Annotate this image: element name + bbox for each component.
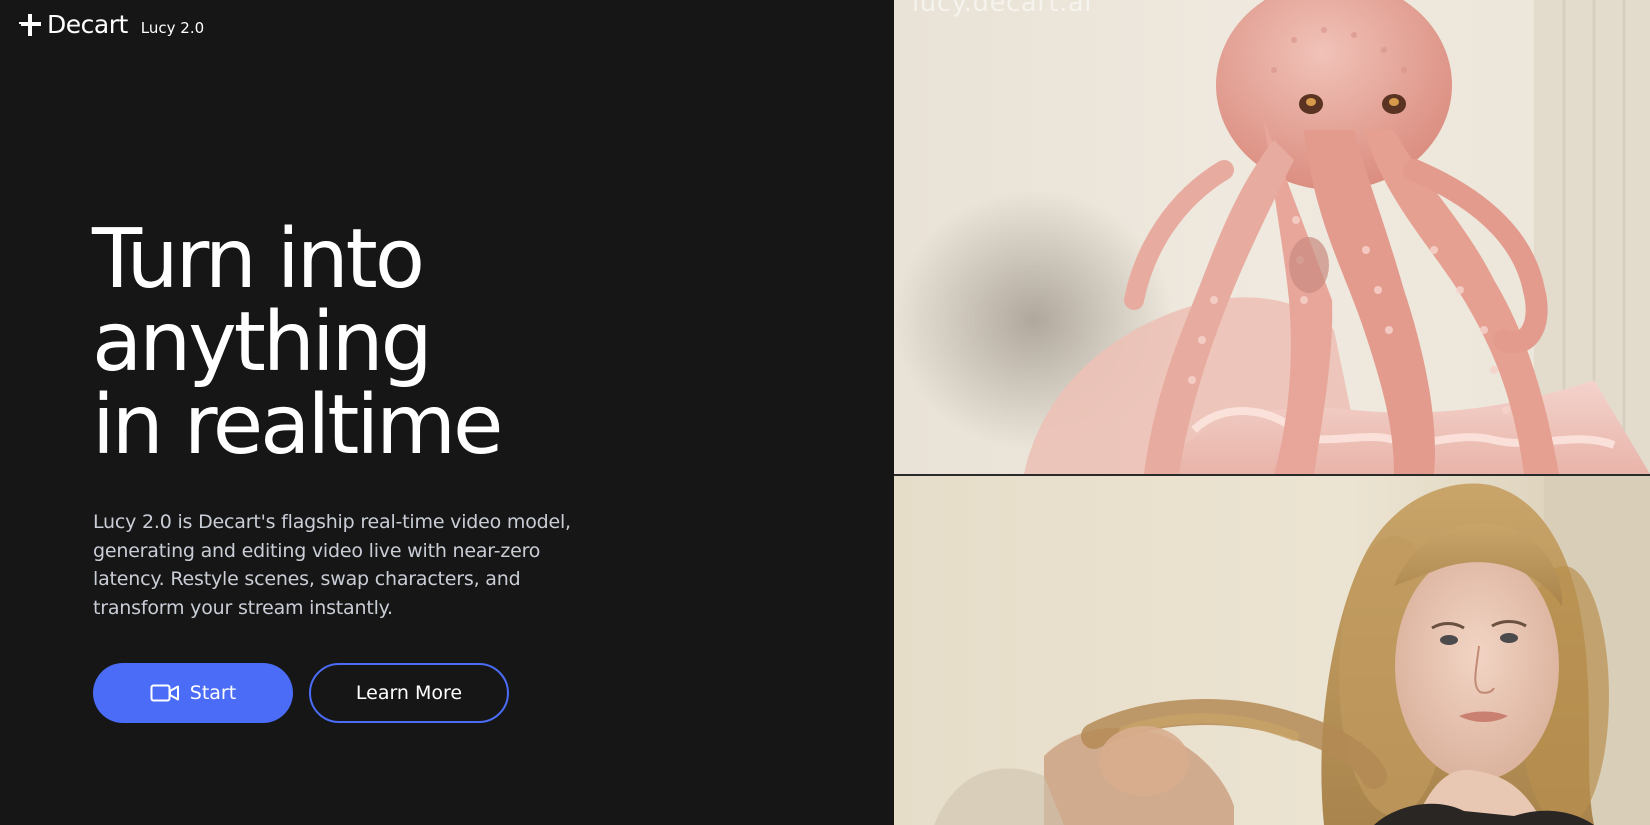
brand[interactable]: Decart Lucy 2.0 [17,10,204,39]
learn-more-button-label: Learn More [355,682,463,704]
video-camera-icon [150,683,180,703]
transformed-video-output: lucy.decart.ai [894,0,1650,474]
video-preview-panel: lucy.decart.ai [894,0,1650,825]
start-button-label: Start [189,682,237,704]
learn-more-button[interactable]: Learn More [309,663,509,723]
hero-headline-line: anything [92,295,433,390]
hero-headline-line: Turn into [92,212,425,307]
hero-headline: Turn into anything in realtime [92,212,503,473]
hero-description: Lucy 2.0 is Decart's flagship real-time … [93,511,571,619]
start-button[interactable]: Start [93,663,293,723]
product-version: Lucy 2.0 [140,18,205,37]
preview-watermark: lucy.decart.ai [912,0,1092,18]
brand-name: Decart [47,10,128,39]
landing-page: Decart Lucy 2.0 Turn into anything in re… [0,0,1650,825]
decart-logo-icon [17,12,43,38]
hero-panel: Decart Lucy 2.0 Turn into anything in re… [0,0,894,825]
hero-headline-line: in realtime [92,378,503,473]
source-camera-feed [894,476,1650,825]
